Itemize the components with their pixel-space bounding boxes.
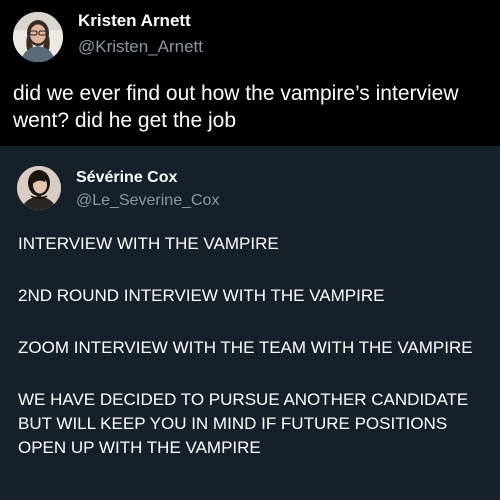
tweet-paragraph: INTERVIEW WITH THE VAMPIRE bbox=[18, 234, 279, 253]
tweet-paragraph: ZOOM INTERVIEW WITH THE TEAM WITH THE VA… bbox=[18, 338, 473, 357]
avatar-photo bbox=[17, 166, 61, 210]
tweet-text: INTERVIEW WITH THE VAMPIRE 2ND ROUND INT… bbox=[18, 232, 488, 488]
reply-tweet[interactable]: Sévérine Cox @Le_Severine_Cox INTERVIEW … bbox=[0, 146, 500, 500]
tweet-paragraph: 2ND ROUND INTERVIEW WITH THE VAMPIRE bbox=[18, 286, 385, 305]
avatar-photo bbox=[13, 12, 63, 62]
display-name[interactable]: Sévérine Cox bbox=[76, 169, 177, 187]
avatar[interactable] bbox=[17, 166, 61, 210]
screenshot: Kristen Arnett @Kristen_Arnett did we ev… bbox=[0, 0, 500, 500]
tweet-paragraph: WE HAVE DECIDED TO PURSUE ANOTHER CANDID… bbox=[18, 390, 469, 457]
tweet-text: did we ever find out how the vampire’s i… bbox=[13, 82, 459, 132]
user-handle[interactable]: @Kristen_Arnett bbox=[78, 37, 203, 57]
user-handle[interactable]: @Le_Severine_Cox bbox=[76, 192, 219, 210]
avatar[interactable] bbox=[13, 12, 63, 62]
display-name[interactable]: Kristen Arnett bbox=[78, 11, 191, 31]
original-tweet[interactable]: Kristen Arnett @Kristen_Arnett did we ev… bbox=[0, 0, 500, 146]
